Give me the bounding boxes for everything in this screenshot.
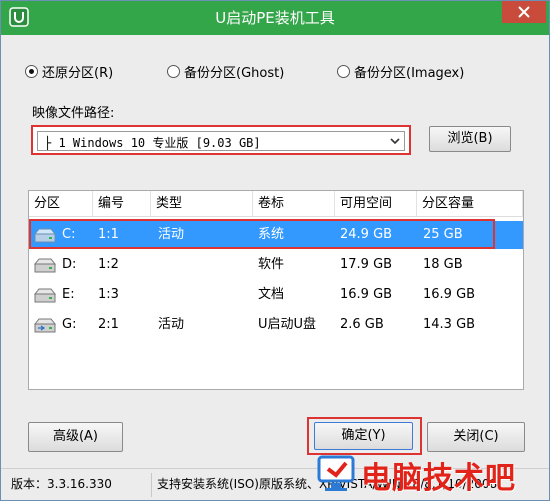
- cell-type: 活动: [158, 227, 185, 242]
- cell-number: 2:1: [98, 317, 119, 332]
- cell-type: 活动: [158, 317, 185, 332]
- confirm-button[interactable]: 确定(Y): [314, 422, 413, 450]
- cell-free-space: 2.6 GB: [340, 317, 384, 332]
- cell-drive: E:: [62, 287, 75, 302]
- title-bar[interactable]: U启动PE装机工具: [1, 1, 549, 35]
- image-file-selected-value: ├ 1 Windows 10 专业版 [9.03 GB]: [44, 136, 261, 150]
- window-title: U启动PE装机工具: [215, 9, 335, 27]
- cell-label: 软件: [258, 257, 285, 272]
- table-row[interactable]: E: 1:3 文档 16.9 GB 16.9 GB: [29, 281, 523, 309]
- cell-number: 1:1: [98, 227, 119, 242]
- hard-drive-icon: [33, 288, 57, 303]
- column-header-partition[interactable]: 分区: [29, 191, 93, 217]
- radio-backup-imagex[interactable]: 备份分区(Imagex): [337, 61, 464, 81]
- image-file-select[interactable]: ├ 1 Windows 10 专业版 [9.03 GB]: [37, 131, 405, 151]
- radio-indicator[interactable]: [25, 64, 38, 78]
- radio-label: 还原分区(R): [42, 65, 114, 81]
- radio-label: 备份分区(Imagex): [354, 65, 465, 81]
- column-header-capacity[interactable]: 分区容量: [417, 191, 523, 217]
- cell-drive: C:: [62, 227, 76, 242]
- cell-label: 系统: [258, 227, 285, 242]
- radio-indicator[interactable]: [337, 64, 350, 78]
- cell-free-space: 17.9 GB: [340, 257, 393, 272]
- installer-window: U启动PE装机工具 还原分区(R) 备份分区(Ghost) 备份分区(Image…: [0, 0, 550, 501]
- cell-capacity: 14.3 GB: [423, 317, 476, 332]
- cell-number: 1:3: [98, 287, 119, 302]
- column-header-number[interactable]: 编号: [93, 191, 151, 217]
- browse-button[interactable]: 浏览(B): [429, 126, 511, 152]
- column-header-type[interactable]: 类型: [151, 191, 253, 217]
- column-header-label[interactable]: 卷标: [253, 191, 335, 217]
- cell-label: 文档: [258, 287, 285, 302]
- cell-label: U启动U盘: [258, 317, 317, 332]
- radio-backup-ghost[interactable]: 备份分区(Ghost): [167, 61, 284, 81]
- usb-drive-icon: [33, 318, 57, 333]
- hard-drive-icon: [33, 228, 57, 243]
- partition-table[interactable]: 分区 编号 类型 卷标 可用空间 分区容量 C: 1:1 活动 系统 24.9 …: [28, 190, 524, 390]
- table-row[interactable]: G: 2:1 活动 U启动U盘 2.6 GB 14.3 GB: [29, 311, 523, 339]
- cell-capacity: 18 GB: [423, 257, 463, 272]
- table-row[interactable]: C: 1:1 活动 系统 24.9 GB 25 GB: [29, 221, 523, 249]
- radio-restore-partition[interactable]: 还原分区(R): [25, 61, 113, 81]
- close-icon: [518, 6, 530, 18]
- computer-watermark-icon: [317, 455, 355, 491]
- chevron-down-icon[interactable]: [390, 138, 400, 145]
- table-row[interactable]: D: 1:2 软件 17.9 GB 18 GB: [29, 251, 523, 279]
- cell-number: 1:2: [98, 257, 119, 272]
- image-select-highlight: ├ 1 Windows 10 专业版 [9.03 GB]: [31, 125, 411, 155]
- hard-drive-icon: [33, 258, 57, 273]
- version-text: 版本：3.3.16.330: [11, 477, 112, 491]
- cell-drive: G:: [62, 317, 77, 332]
- radio-indicator[interactable]: [167, 64, 180, 78]
- cell-capacity: 16.9 GB: [423, 287, 476, 302]
- cell-capacity: 25 GB: [423, 227, 463, 242]
- column-header-free-space[interactable]: 可用空间: [335, 191, 417, 217]
- close-button[interactable]: 关闭(C): [427, 422, 525, 452]
- image-path-label: 映像文件路径:: [32, 106, 115, 121]
- radio-label: 备份分区(Ghost): [184, 65, 285, 81]
- advanced-button[interactable]: 高级(A): [28, 422, 123, 452]
- window-close-button[interactable]: [502, 1, 546, 23]
- watermark-text: 电脑技术吧: [361, 461, 516, 496]
- table-header: 分区 编号 类型 卷标 可用空间 分区容量: [29, 191, 523, 217]
- cell-drive: D:: [62, 257, 77, 272]
- cell-free-space: 16.9 GB: [340, 287, 393, 302]
- status-divider: [151, 473, 152, 497]
- cell-free-space: 24.9 GB: [340, 227, 393, 242]
